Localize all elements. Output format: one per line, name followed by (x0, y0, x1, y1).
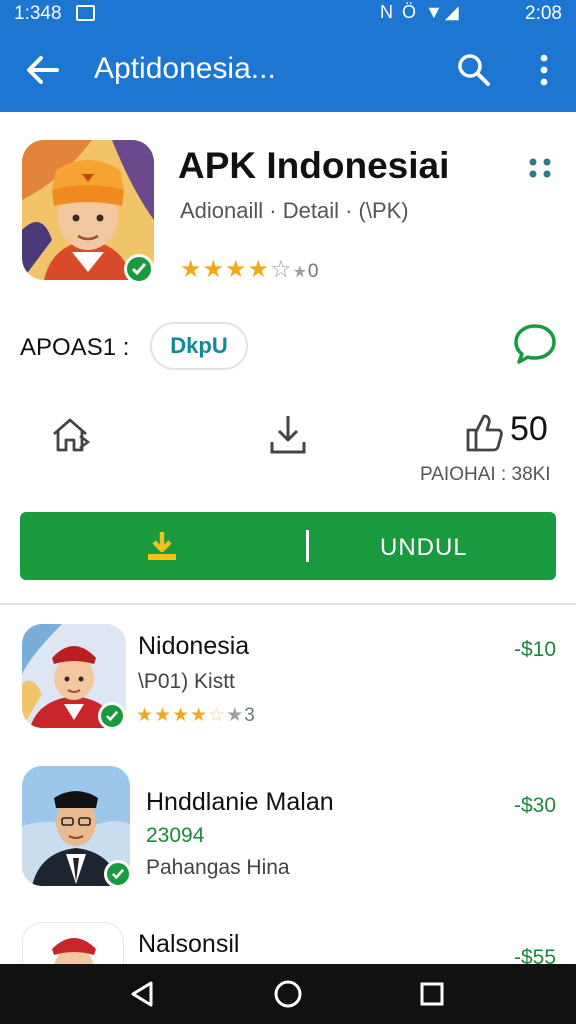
list-item-title: Nalsonsil (138, 930, 240, 958)
nav-home-button[interactable] (268, 976, 308, 1012)
meta-label: APOAS1 : (20, 334, 130, 361)
install-label: UNDUL (380, 534, 468, 561)
list-item[interactable]: Nidonesia \P01) Kistt ★★★★☆★3 -$10 (0, 622, 576, 732)
download-icon (148, 532, 176, 560)
star-icon: ★★★★ (136, 705, 209, 726)
list-item-price: -$10 (513, 638, 556, 661)
star-empty-icon: ★ (226, 705, 245, 726)
arrow-left-icon (27, 56, 59, 84)
list-item-subtitle: 23094 (146, 824, 205, 847)
back-button[interactable] (20, 48, 64, 92)
list-item-subtitle: \P01) Kistt (138, 670, 235, 693)
system-nav-bar (0, 964, 576, 1024)
stats-label: PAIOHAI : 38KI (420, 464, 551, 485)
app-rating: ★★★★☆★0 (180, 255, 319, 284)
more-vert-icon (540, 54, 548, 86)
section-divider (0, 603, 576, 605)
chat-bubble-icon[interactable] (512, 322, 558, 366)
category-chip[interactable]: DkpU (150, 322, 248, 370)
list-item[interactable]: Hnddlanie Malan 23094 Pahangas Hina -$30 (0, 762, 576, 890)
list-item-icon (22, 922, 124, 964)
install-divider (306, 530, 309, 562)
star-icon: ★★★★ (180, 256, 271, 283)
list-item-title: Hnddlanie Malan (146, 788, 334, 816)
thumbs-up-icon[interactable] (462, 410, 506, 454)
download-tray-icon[interactable] (266, 412, 310, 456)
nav-back-button[interactable] (122, 976, 162, 1012)
square-recents-icon (420, 982, 444, 1006)
list-item[interactable]: Nalsonsil -$55 (0, 918, 576, 964)
rating-count: 0 (307, 261, 319, 282)
search-button[interactable] (452, 48, 496, 92)
nav-recents-button[interactable] (412, 976, 452, 1012)
list-item-price: -$30 (513, 794, 556, 817)
search-icon (458, 54, 490, 86)
app-bar-title: Aptidonesia... (94, 52, 276, 85)
list-item-price: -$55 (513, 946, 556, 964)
verified-badge-icon (104, 860, 132, 888)
verified-badge-icon (124, 254, 154, 284)
image-notification-icon (76, 5, 95, 21)
verified-badge-icon (98, 702, 126, 730)
app-bar: Aptidonesia... (0, 40, 576, 100)
triangle-back-icon (131, 981, 153, 1007)
share-home-icon[interactable] (48, 412, 92, 456)
overflow-menu-button[interactable] (524, 48, 564, 92)
app-title: APK Indonesiai (178, 145, 450, 186)
list-item-secondary-text: Pahangas Hina (146, 856, 290, 879)
status-clock: 2:08 (525, 3, 562, 24)
app-subtitle: Adionaill · Detail · (\PK) (180, 198, 409, 223)
install-button[interactable]: UNDUL (20, 512, 556, 580)
likes-count: 50 (510, 410, 548, 448)
grid-dots-icon[interactable] (526, 156, 554, 180)
list-item-rating-count: 3 (244, 705, 255, 726)
network-icons: N Ö ▼◢ (380, 2, 461, 22)
star-empty-icon: ★ (292, 264, 308, 281)
status-bar: 1:348 N Ö ▼◢ 2:08 (0, 0, 576, 30)
list-item-title: Nidonesia (138, 632, 250, 660)
star-half-icon: ☆ (208, 705, 227, 726)
circle-home-icon (274, 980, 302, 1008)
list-item-rating: ★★★★☆★3 (136, 704, 255, 727)
top-bar: 1:348 N Ö ▼◢ 2:08 Aptidonesia... (0, 0, 576, 112)
star-empty-icon: ☆ (270, 256, 293, 283)
status-time: 1:348 (14, 3, 62, 24)
